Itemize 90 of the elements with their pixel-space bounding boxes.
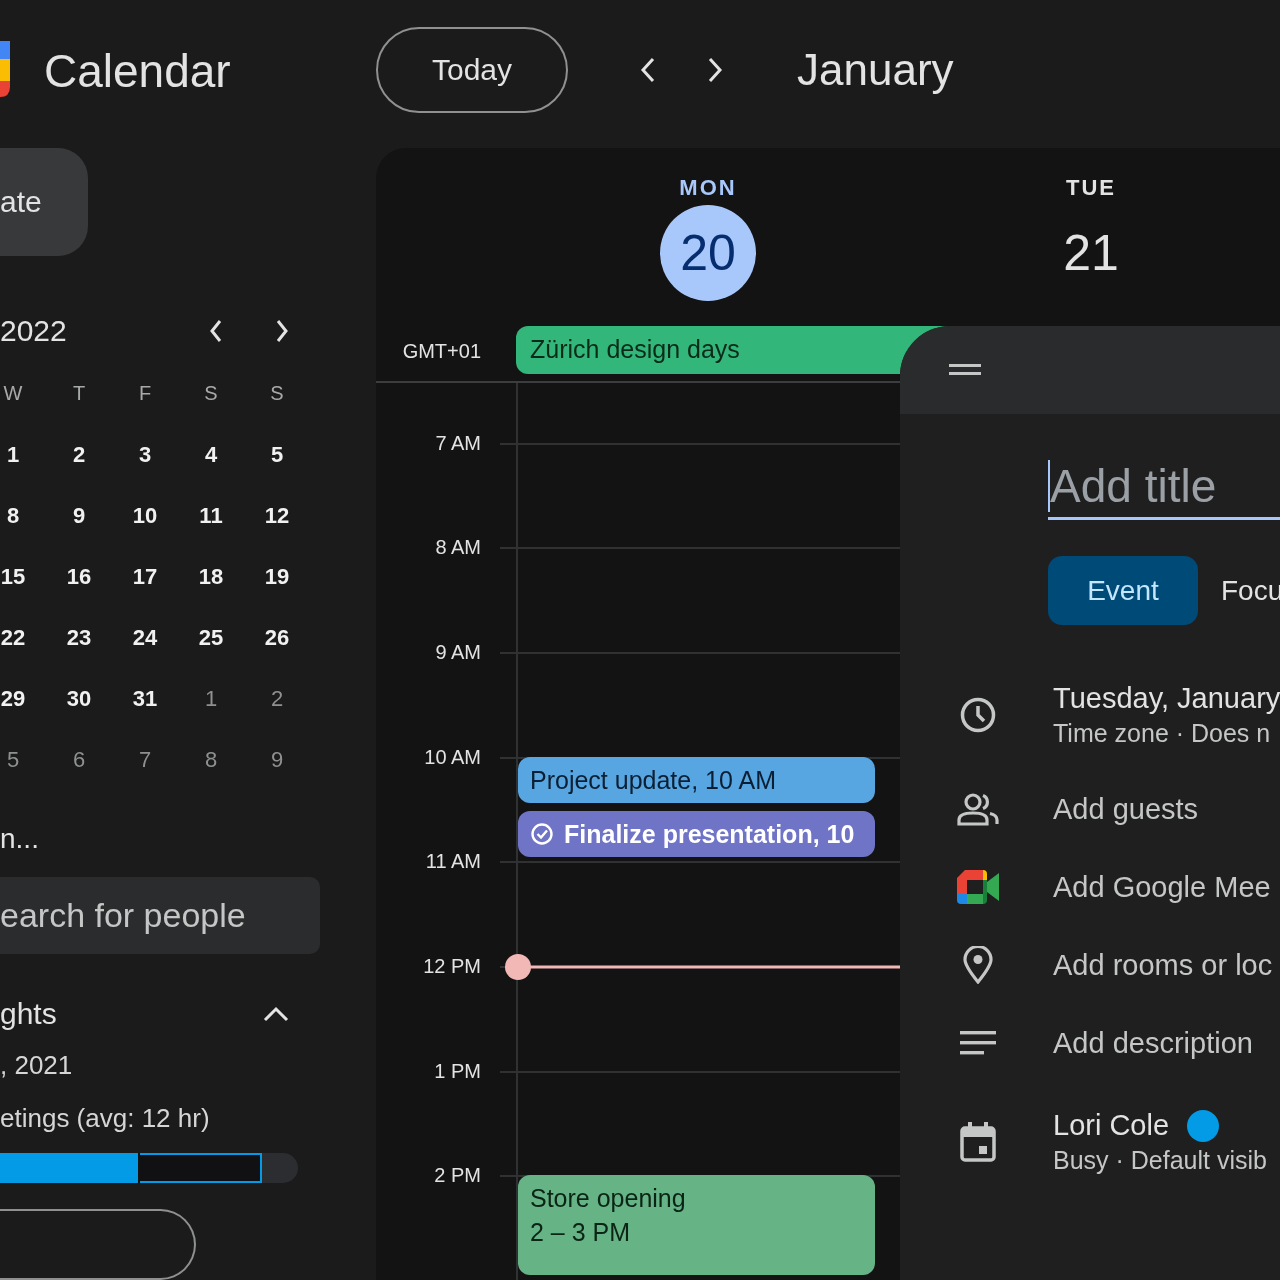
drag-handle-icon[interactable] xyxy=(949,363,981,377)
weekday-label: F xyxy=(137,381,153,407)
weekday-label: S xyxy=(269,381,285,407)
meetings-label: etings (avg: 12 hr) xyxy=(0,1101,210,1135)
video-meeting-icon xyxy=(957,870,999,904)
date-cell[interactable]: 1 xyxy=(0,424,46,486)
weekday-label: MON xyxy=(679,176,737,200)
editor-option[interactable]: Add Google Mee xyxy=(1053,870,1271,904)
weekday-label: T xyxy=(71,381,87,407)
event-title: Project update, 10 AM xyxy=(530,764,776,795)
date-cell[interactable]: 8 xyxy=(0,485,46,547)
editor-option[interactable]: Add description xyxy=(1053,1026,1253,1060)
date-cell[interactable]: 24 xyxy=(112,607,178,669)
section-heading: ghts xyxy=(0,996,57,1031)
current-month: January xyxy=(797,45,954,95)
title-field[interactable]: Add title xyxy=(1048,455,1280,520)
hour-label: 10 AM xyxy=(423,744,481,769)
editor-option[interactable]: Add guests xyxy=(1053,792,1199,826)
date-cell[interactable]: 8 xyxy=(178,729,244,791)
today-button[interactable]: Today xyxy=(376,27,568,113)
next-icon[interactable] xyxy=(706,56,724,84)
day-number[interactable]: 21 xyxy=(1043,205,1139,301)
check-circle-icon xyxy=(530,821,554,846)
date-cell[interactable]: 10 xyxy=(112,485,178,547)
calendar-icon xyxy=(960,1122,996,1162)
date-cell[interactable]: 9 xyxy=(244,729,310,791)
date-cell[interactable]: 25 xyxy=(178,607,244,669)
task-event[interactable]: Finalize presentation, 10 xyxy=(518,810,875,857)
date-cell[interactable]: 16 xyxy=(46,546,112,608)
date-cell[interactable]: 31 xyxy=(112,668,178,730)
people-search-field[interactable]: earch for people xyxy=(0,877,320,954)
hour-label: 1 PM xyxy=(433,1058,481,1083)
weekday-label: W xyxy=(2,381,24,407)
hour-label: 11 AM xyxy=(424,849,481,874)
day-number[interactable]: 20 xyxy=(660,205,756,301)
date-cell[interactable]: 11 xyxy=(178,485,244,547)
location-pin-icon xyxy=(963,946,993,984)
date-cell[interactable]: 2 xyxy=(46,424,112,486)
date-cell[interactable]: 17 xyxy=(112,546,178,608)
date-cell[interactable]: 6 xyxy=(46,729,112,791)
text-cursor xyxy=(1048,460,1050,512)
calendar-event[interactable]: Store opening 2 – 3 PM xyxy=(518,1174,875,1275)
collapse-icon[interactable] xyxy=(262,1004,290,1023)
date-cell[interactable]: 26 xyxy=(244,607,310,669)
hour-label: 2 PM xyxy=(433,1163,481,1188)
date-cell[interactable]: 22 xyxy=(0,607,46,669)
date-cell[interactable]: 12 xyxy=(244,485,310,547)
date-cell[interactable]: 23 xyxy=(46,607,112,669)
date-cell[interactable]: 5 xyxy=(0,729,46,791)
date-cell[interactable]: 9 xyxy=(46,485,112,547)
event-title: Store opening xyxy=(530,1182,686,1213)
date-cell[interactable]: 15 xyxy=(0,546,46,608)
section-heading: n... xyxy=(0,822,39,857)
editor-option[interactable]: Add rooms or loc xyxy=(1053,948,1273,982)
calendar-owner: Lori Cole xyxy=(1053,1109,1170,1142)
hour-label: 8 AM xyxy=(434,535,481,560)
calendar-event[interactable]: Project update, 10 AM xyxy=(518,756,875,803)
weekday-label: TUE xyxy=(1066,176,1116,200)
option-details[interactable]: Time zone · Does n xyxy=(1053,719,1280,748)
previous-month-icon[interactable] xyxy=(207,318,224,345)
weekday-label: S xyxy=(203,381,219,407)
date-cell[interactable]: 29 xyxy=(0,668,46,730)
date-cell[interactable]: 18 xyxy=(178,546,244,608)
create-button[interactable]: ate xyxy=(0,148,88,256)
mini-calendar-title: 2022 xyxy=(0,314,67,349)
clock-icon xyxy=(959,696,997,734)
hour-label: 12 PM xyxy=(422,953,481,978)
hour-label: 9 AM xyxy=(434,639,481,664)
previous-icon[interactable] xyxy=(639,56,657,84)
date-range: , 2021 xyxy=(0,1048,73,1082)
date-cell[interactable]: 5 xyxy=(244,424,310,486)
date-cell[interactable]: 30 xyxy=(46,668,112,730)
outlined-button[interactable] xyxy=(0,1208,196,1280)
text-lines-icon xyxy=(960,1031,996,1055)
date-cell[interactable]: 2 xyxy=(244,668,310,730)
date-cell[interactable]: 19 xyxy=(244,546,310,608)
event-type-tab[interactable]: Event xyxy=(1048,556,1198,625)
people-icon xyxy=(956,792,1000,826)
event-time: 2 – 3 PM xyxy=(530,1216,631,1247)
app-title: Calendar xyxy=(44,44,231,98)
event-title: Finalize presentation, 10 xyxy=(564,818,855,849)
date-cell[interactable]: 3 xyxy=(112,424,178,486)
timezone-label: GMT+01 xyxy=(401,338,481,364)
date-cell[interactable]: 4 xyxy=(178,424,244,486)
date-cell[interactable]: 7 xyxy=(112,729,178,791)
event-date: Tuesday, January xyxy=(1053,682,1280,715)
date-cell[interactable]: 1 xyxy=(178,668,244,730)
calendar-logo-icon xyxy=(0,41,10,97)
hour-label: 7 AM xyxy=(434,430,481,455)
option-details[interactable]: Busy · Default visib xyxy=(1053,1146,1267,1175)
